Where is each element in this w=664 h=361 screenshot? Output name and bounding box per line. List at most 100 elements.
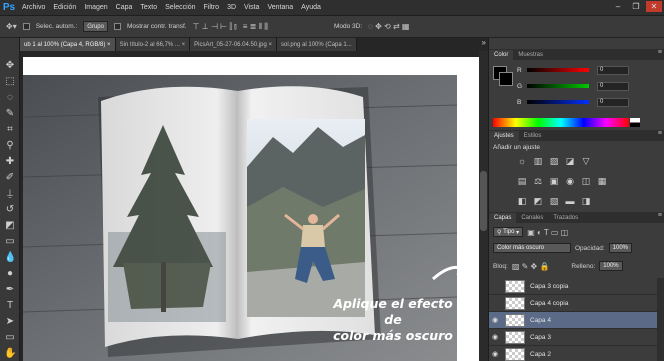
color-slider-b[interactable]: B 0 (517, 97, 663, 107)
document-canvas[interactable]: Aplique el efecto de color más oscuro (23, 57, 480, 361)
black-white-icon[interactable]: ▣ (549, 176, 559, 186)
tab-ajustes[interactable]: Ajustes (489, 131, 519, 141)
canvas-area[interactable]: Aplique el efecto de color más oscuro (20, 51, 488, 361)
fill-input[interactable]: 100% (599, 261, 623, 271)
crop-tool-icon[interactable]: ⌗ (4, 124, 16, 136)
eyedropper-tool-icon[interactable]: ⚲ (4, 140, 16, 152)
dodge-tool-icon[interactable]: ● (4, 268, 16, 280)
curves-icon[interactable]: ▨ (549, 156, 559, 166)
menu-texto[interactable]: Texto (136, 4, 161, 11)
show-transform-checkbox[interactable] (113, 23, 121, 30)
clone-stamp-tool-icon[interactable]: ⍊ (4, 188, 16, 200)
menu-seleccion[interactable]: Selección (161, 4, 199, 11)
visibility-eye-icon[interactable]: ◉ (489, 316, 501, 324)
doc-tab-2[interactable]: Sin título-2 al 66,7% ... × (115, 38, 191, 51)
marquee-tool-icon[interactable]: ⬚ (4, 76, 16, 88)
channel-mixer-icon[interactable]: ◫ (581, 176, 591, 186)
gradient-map-icon[interactable]: ▬ (565, 196, 575, 206)
menu-vista[interactable]: Vista (240, 4, 263, 11)
tab-estilos[interactable]: Estilos (519, 131, 547, 141)
3d-mode-icons[interactable]: ◌ ✥ ⟲ ⇄ ▦ (368, 22, 409, 31)
selective-color-icon[interactable]: ◨ (581, 196, 591, 206)
color-balance-icon[interactable]: ⚖ (533, 176, 543, 186)
canvas-vertical-scrollbar[interactable] (479, 51, 488, 361)
invert-icon[interactable]: ◧ (517, 196, 527, 206)
visibility-eye-icon[interactable]: ◉ (489, 350, 501, 358)
tab-trazados[interactable]: Trazados (548, 213, 583, 223)
history-brush-tool-icon[interactable]: ↺ (4, 204, 16, 216)
menu-filtro[interactable]: Filtro (200, 4, 224, 11)
menu-capa[interactable]: Capa (112, 4, 137, 11)
posterize-icon[interactable]: ◩ (533, 196, 543, 206)
color-lookup-icon[interactable]: ▦ (597, 176, 607, 186)
opacity-input[interactable]: 100% (608, 243, 632, 253)
visibility-eye-icon[interactable]: ◉ (489, 333, 501, 341)
slider-r-track[interactable] (527, 68, 589, 72)
slider-b-value[interactable]: 0 (597, 97, 629, 107)
background-color-swatch[interactable] (499, 72, 513, 86)
vibrance-icon[interactable]: ▽ (581, 156, 591, 166)
exposure-icon[interactable]: ◪ (565, 156, 575, 166)
layer-row[interactable]: ◉ Capa 3 (489, 329, 657, 346)
color-panel-menu-icon[interactable]: ≡ (658, 49, 662, 56)
healing-brush-tool-icon[interactable]: ✚ (4, 156, 16, 168)
pen-tool-icon[interactable]: ✒ (4, 284, 16, 296)
blur-tool-icon[interactable]: 💧 (4, 252, 16, 264)
close-button[interactable]: ✕ (646, 1, 662, 12)
move-tool-preset-icon[interactable]: ✥▾ (6, 22, 17, 31)
threshold-icon[interactable]: ▧ (549, 196, 559, 206)
lock-icons[interactable]: ▨ ✎ ✥ 🔒 (512, 262, 550, 271)
move-tool-icon[interactable]: ✥ (4, 60, 16, 72)
layer-filter-icons[interactable]: ▣ ◐ T ▭ ◫ (527, 228, 568, 237)
minimize-button[interactable]: – (610, 1, 626, 12)
layer-row[interactable]: ◉ Capa 2 (489, 346, 657, 361)
gradient-tool-icon[interactable]: ▭ (4, 236, 16, 248)
layer-filter-kind[interactable]: ⚲ Tipo ▾ (493, 227, 524, 237)
color-slider-r[interactable]: R 0 (517, 65, 663, 75)
auto-select-checkbox[interactable] (22, 23, 30, 30)
tab-muestras[interactable]: Muestras (513, 50, 548, 60)
restore-button[interactable]: ❐ (628, 1, 644, 12)
slider-b-track[interactable] (527, 100, 589, 104)
color-slider-g[interactable]: G 0 (517, 81, 663, 91)
doc-tab-active[interactable]: ub 1 al 100% (Capa 4, RGB/8) × (20, 38, 116, 51)
brightness-contrast-icon[interactable]: ☼ (517, 156, 527, 166)
color-spectrum-bar[interactable] (493, 118, 629, 127)
align-buttons-icon[interactable]: ⊤ ⊥ ⊣ ⊢ ⫿ ⫾ (193, 22, 237, 32)
layer-row-selected[interactable]: ◉ Capa 4 (489, 312, 657, 329)
adjustments-panel-menu-icon[interactable]: ≡ (658, 130, 662, 137)
doc-tab-4[interactable]: sol.png al 100% (Capa 1... (277, 38, 357, 51)
layer-row[interactable]: Capa 3 copia (489, 278, 657, 295)
slider-g-value[interactable]: 0 (597, 81, 629, 91)
menu-3d[interactable]: 3D (223, 4, 240, 11)
tab-capas[interactable]: Capas (489, 213, 517, 223)
black-white-swatch[interactable] (630, 118, 640, 127)
menu-edicion[interactable]: Edición (49, 4, 80, 11)
brush-tool-icon[interactable]: ✐ (4, 172, 16, 184)
tab-color[interactable]: Color (489, 50, 514, 60)
shape-tool-icon[interactable]: ▭ (4, 332, 16, 344)
doc-tab-3[interactable]: PicsArt_05-27-06.04.50.jpg × (190, 38, 277, 51)
menu-ayuda[interactable]: Ayuda (297, 4, 325, 11)
eraser-tool-icon[interactable]: ◩ (4, 220, 16, 232)
menu-ventana[interactable]: Ventana (263, 4, 297, 11)
menu-imagen[interactable]: Imagen (80, 4, 111, 11)
lasso-tool-icon[interactable]: ◌ (4, 92, 16, 104)
distribute-buttons-icon[interactable]: ≡ ≣ ⦀ ⫼ (243, 22, 268, 32)
type-tool-icon[interactable]: T (4, 300, 16, 312)
hand-tool-icon[interactable]: ✋ (4, 348, 16, 360)
layer-row[interactable]: Capa 4 copia (489, 295, 657, 312)
slider-r-value[interactable]: 0 (597, 65, 629, 75)
slider-g-track[interactable] (527, 84, 589, 88)
quick-select-tool-icon[interactable]: ✎ (4, 108, 16, 120)
levels-icon[interactable]: ▥ (533, 156, 543, 166)
hue-saturation-icon[interactable]: ▤ (517, 176, 527, 186)
photo-filter-icon[interactable]: ◉ (565, 176, 575, 186)
blend-mode-dropdown[interactable]: Color más oscuro (493, 243, 571, 253)
tab-canales[interactable]: Canales (516, 213, 548, 223)
path-selection-tool-icon[interactable]: ➤ (4, 316, 16, 328)
layers-scrollbar[interactable] (657, 278, 664, 361)
scroll-thumb[interactable] (480, 171, 487, 231)
photoshop-logo-icon[interactable]: Ps (0, 0, 18, 16)
tab-overflow-icon[interactable]: » (482, 38, 486, 47)
